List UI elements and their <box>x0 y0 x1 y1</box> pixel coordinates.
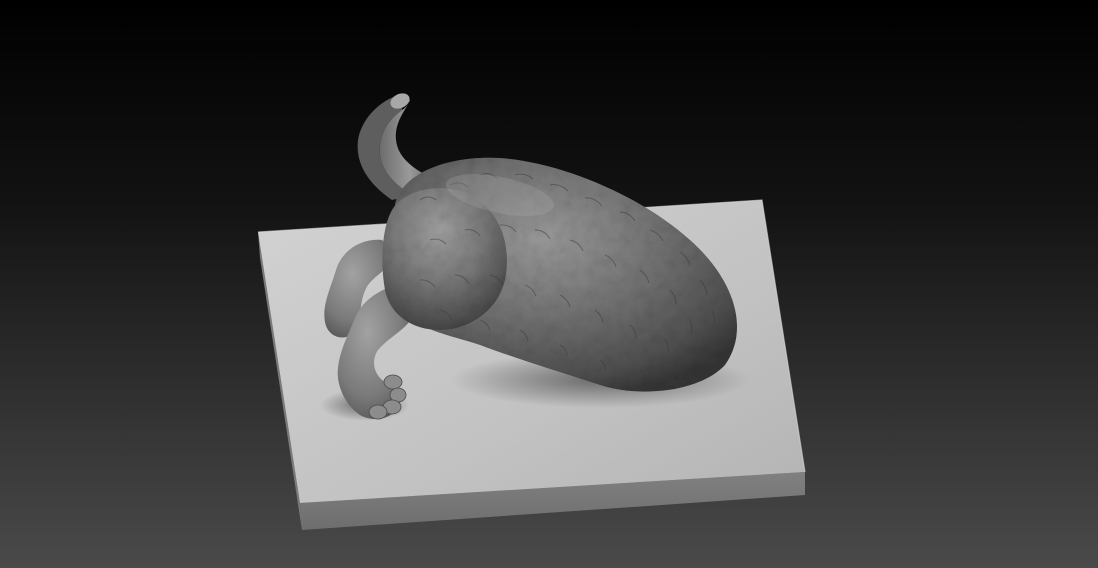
viewport-canvas <box>0 0 1098 568</box>
3d-viewport[interactable] <box>0 0 1098 568</box>
